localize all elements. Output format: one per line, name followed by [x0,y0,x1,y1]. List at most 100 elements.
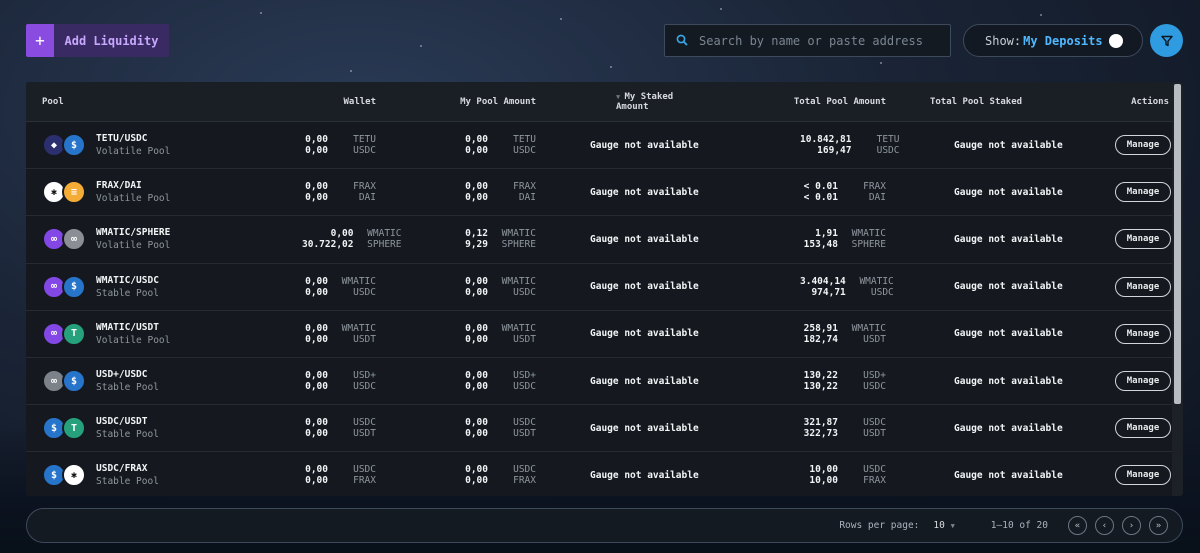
token-pair-icons: $ ✱ [42,462,88,488]
total-pool-cell: 3.404,14 WMATIC 974,71 USDC [706,276,894,298]
table-scrollbar[interactable] [1172,82,1183,496]
table-row: ∞ ∞ WMATIC/SPHERE Volatile Pool 0,00 WMAT… [26,216,1183,264]
pool-cell: $ T USDC/USDT Stable Pool [26,415,266,441]
pool-cell: ∞ ∞ WMATIC/SPHERE Volatile Pool [26,226,266,252]
toggle-knob[interactable] [1108,33,1123,48]
add-liquidity-button[interactable]: + Add Liquidity [26,24,169,57]
actions-cell: Manage [1066,229,1171,250]
total-pool-cell: 321,87 USDC 322,73 USDT [706,417,886,439]
amount-value: 0,00 [330,228,354,240]
header-total-pool[interactable]: Total Pool Amount [706,97,886,107]
gauge-status: Gauge not available [590,469,699,481]
table-body: ◆ $ TETU/USDC Volatile Pool 0,00 TETU 0,00… [26,122,1183,496]
manage-button[interactable]: Manage [1115,229,1171,250]
amount-pair: < 0.01 FRAX < 0.01 DAI [800,181,886,203]
amount-value: 0,00 [465,381,488,393]
amount-value: 0,00 [305,145,328,157]
actions-cell: Manage [1066,135,1171,156]
filter-icon [1160,35,1173,46]
amount-value: 0,00 [305,275,328,287]
search-box[interactable] [664,24,951,57]
pool-type: Volatile Pool [96,240,171,252]
token-symbol: USDC [513,464,536,476]
header-my-staked[interactable]: ▼ My Staked Amount [536,92,706,112]
page-range: 1–10 of 20 [990,520,1048,531]
pool-name: FRAX/DAI [96,180,142,192]
manage-button[interactable]: Manage [1115,135,1171,156]
total-pool-cell: 10,00 USDC 10,00 FRAX [706,464,886,486]
amount-pair: 0,00 WMATIC 0,00 USDT [462,323,536,345]
show-value: My Deposits [1023,33,1103,48]
token-symbol: WMATIC [501,322,536,334]
manage-button[interactable]: Manage [1115,276,1171,297]
amount-pair: 10.842,81 TETU 169,47 USDC [800,134,899,156]
token-symbol: USDC [513,417,536,429]
total-staked-cell: Gauge not available [886,376,1066,387]
my-pool-cell: 0,00 USDC 0,00 USDT [376,417,536,439]
header-wallet[interactable]: Wallet [266,97,376,107]
amount-pair: 0,00 USD+ 0,00 USDC [462,370,536,392]
amount-value: 0,00 [305,417,328,429]
token-symbol: SPHERE [851,239,886,251]
pool-type: Volatile Pool [96,334,171,346]
first-page-button[interactable]: « [1068,516,1087,535]
wallet-cell: 0,00 WMATIC 0,00 USDC [266,276,376,298]
manage-button[interactable]: Manage [1115,182,1171,203]
my-staked-cell: Gauge not available [536,187,706,198]
manage-button[interactable]: Manage [1115,371,1171,392]
table-row: ∞ $ USD+/USDC Stable Pool 0,00 USD+ 0,00 US… [26,358,1183,406]
total-staked-cell: Gauge not available [886,140,1066,151]
amount-value: 321,87 [803,417,838,429]
amount-pair: 1,91 WMATIC 153,48 SPHERE [800,228,886,250]
amount-pair: 0,00 USDC 0,00 USDT [302,417,376,439]
amount-value: 0,00 [305,286,328,298]
gauge-status: Gauge not available [954,469,1063,481]
previous-page-button[interactable]: ‹ [1095,516,1114,535]
header-actions: Actions [1131,96,1169,107]
token-symbol: USDC [353,381,376,393]
amount-value: 0,00 [465,134,488,146]
frax-icon: ✱ [62,463,86,488]
my-pool-cell: 0,00 WMATIC 0,00 USDC [376,276,536,298]
manage-button[interactable]: Manage [1115,465,1171,486]
scrollbar-thumb[interactable] [1174,84,1181,404]
filter-button[interactable] [1150,24,1183,57]
gauge-status: Gauge not available [590,281,699,293]
amount-value: 0,00 [305,464,328,476]
amount-value: 10,00 [809,464,838,476]
header-total-staked[interactable]: Total Pool Staked [886,97,1066,107]
usdc-icon: $ [62,274,86,299]
header-my-staked-label: My Staked Amount [616,91,674,112]
wallet-cell: 0,00 TETU 0,00 USDC [266,134,376,156]
amount-value: < 0.01 [803,192,838,204]
pool-name: WMATIC/USDT [96,321,159,333]
rows-per-page-select[interactable]: 10 ▼ [933,520,954,531]
token-symbol: SPHERE [501,239,536,251]
amount-pair: 0,00 FRAX 0,00 DAI [302,181,376,203]
token-symbol: USD+ [513,370,536,382]
add-liquidity-label: Add Liquidity [64,33,159,48]
chevron-down-icon: ▼ [950,522,955,530]
manage-button[interactable]: Manage [1115,418,1171,439]
gauge-status: Gauge not available [954,422,1063,434]
show-deposits-toggle[interactable]: Show: My Deposits [963,24,1143,57]
token-symbol: DAI [868,192,886,204]
manage-button[interactable]: Manage [1115,323,1171,344]
amount-value: 0,00 [465,192,488,204]
search-input[interactable] [699,33,939,48]
pool-type: Stable Pool [96,429,159,441]
next-page-button[interactable]: › [1122,516,1141,535]
token-symbol: WMATIC [851,322,886,334]
token-symbol: DAI [518,192,536,204]
gauge-status: Gauge not available [590,186,699,198]
gauge-status: Gauge not available [954,281,1063,293]
token-symbol: USD+ [353,370,376,382]
actions-cell: Manage [1066,323,1171,344]
last-page-button[interactable]: » [1149,516,1168,535]
total-pool-cell: 10.842,81 TETU 169,47 USDC [706,134,899,156]
header-pool[interactable]: Pool [26,97,266,107]
header-my-pool[interactable]: My Pool Amount [376,97,536,107]
pool-type: Volatile Pool [96,193,171,205]
amount-pair: 0,00 TETU 0,00 USDC [302,134,376,156]
amount-value: 0,00 [305,134,328,146]
